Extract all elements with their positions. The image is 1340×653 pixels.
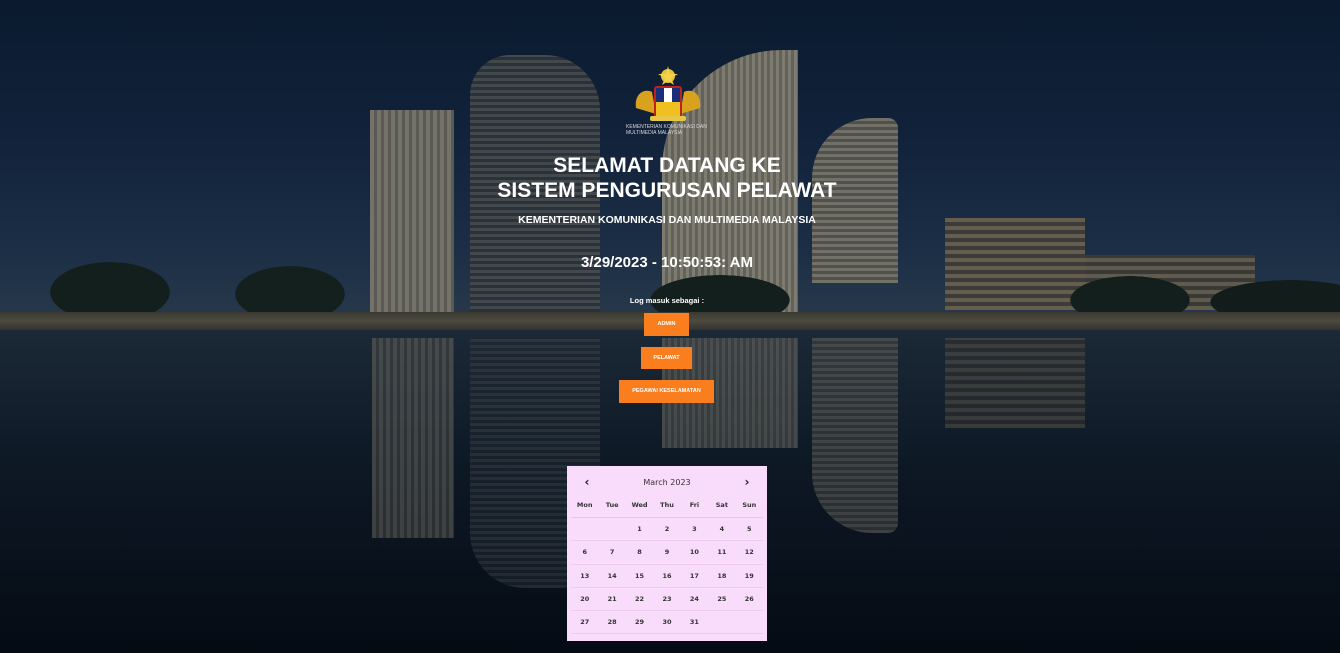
security-officer-login-button[interactable]: PEGAWAI KESELAMATAN	[619, 380, 714, 403]
calendar-day[interactable]: 7	[598, 541, 626, 565]
calendar-day[interactable]: 19	[735, 565, 763, 588]
chevron-right-icon[interactable]: ›	[741, 475, 753, 489]
calendar-day[interactable]: 2	[653, 518, 681, 542]
calendar-empty-cell	[598, 518, 626, 542]
ministry-subtitle: KEMENTERIAN KOMUNIKASI DAN MULTIMEDIA MA…	[518, 214, 816, 226]
datetime-clock: 3/29/2023 - 10:50:53: AM	[580, 254, 754, 271]
calendar-widget: ‹ March 2023 › Mon Tue Wed Thu Fri Sat Sun 1 2 3 4…	[567, 466, 767, 641]
weekday-header: Mon	[571, 498, 599, 518]
welcome-panel: KEMENTERIAN KOMUNIKASI DAN MULTIMEDIA MA…	[0, 0, 1340, 653]
calendar-day[interactable]: 8	[625, 541, 654, 565]
calendar-empty-cell	[735, 611, 763, 635]
calendar-empty-cell	[708, 611, 736, 635]
calendar-day[interactable]: 6	[571, 541, 599, 565]
calendar-day[interactable]: 18	[708, 565, 736, 588]
calendar-day[interactable]: 22	[625, 588, 654, 612]
title-line-1: SELAMAT DATANG KE	[553, 154, 781, 177]
calendar-day[interactable]: 15	[625, 565, 654, 588]
calendar-day[interactable]: 28	[598, 611, 626, 635]
calendar-day[interactable]: 20	[571, 588, 599, 612]
title-line-2: SISTEM PENGURUSAN PELAWAT	[497, 179, 837, 202]
calendar-day[interactable]: 16	[653, 565, 681, 588]
weekday-header: Tue	[598, 498, 626, 518]
weekday-header: Thu	[653, 498, 681, 518]
calendar-day[interactable]: 17	[680, 565, 709, 588]
calendar-day[interactable]: 13	[571, 565, 599, 588]
weekday-header: Fri	[680, 498, 709, 518]
calendar-month-label: March 2023	[643, 477, 691, 487]
page-title: SELAMAT DATANG KE SISTEM PENGURUSAN PELA…	[0, 153, 1334, 203]
calendar-day[interactable]: 10	[680, 541, 709, 565]
calendar-day[interactable]: 1	[625, 518, 654, 542]
calendar-day[interactable]: 9	[653, 541, 681, 565]
visitor-login-button[interactable]: PELAWAT	[641, 347, 692, 369]
calendar-day[interactable]: 27	[571, 611, 599, 635]
weekday-header: Sat	[708, 498, 736, 518]
chevron-left-icon[interactable]: ‹	[581, 475, 593, 489]
admin-login-button[interactable]: ADMIN	[644, 313, 689, 336]
calendar-day[interactable]: 25	[708, 588, 736, 612]
calendar-day[interactable]: 14	[598, 565, 626, 588]
calendar-day[interactable]: 3	[680, 518, 709, 542]
weekday-header: Wed	[625, 498, 654, 518]
calendar-day[interactable]: 24	[680, 588, 709, 612]
calendar-day[interactable]: 12	[735, 541, 763, 565]
calendar-day[interactable]: 31	[680, 611, 709, 635]
calendar-day[interactable]: 21	[598, 588, 626, 612]
calendar-header: ‹ March 2023 ›	[567, 466, 767, 498]
calendar-day[interactable]: 26	[735, 588, 763, 612]
calendar-day[interactable]: 5	[735, 518, 763, 542]
crest-caption: KEMENTERIAN KOMUNIKASI DAN MULTIMEDIA MA…	[626, 124, 707, 136]
calendar-grid: Mon Tue Wed Thu Fri Sat Sun 1 2 3 4 5 6 7 8 9 10 11 12 13 14…	[567, 498, 767, 635]
login-as-label: Log masuk sebagai :	[629, 296, 705, 305]
calendar-day[interactable]: 23	[653, 588, 681, 612]
calendar-day[interactable]: 29	[625, 611, 654, 635]
calendar-day[interactable]: 4	[708, 518, 736, 542]
calendar-day[interactable]: 30	[653, 611, 681, 635]
weekday-header: Sun	[735, 498, 763, 518]
calendar-day[interactable]: 11	[708, 541, 736, 565]
calendar-empty-cell	[571, 518, 599, 542]
